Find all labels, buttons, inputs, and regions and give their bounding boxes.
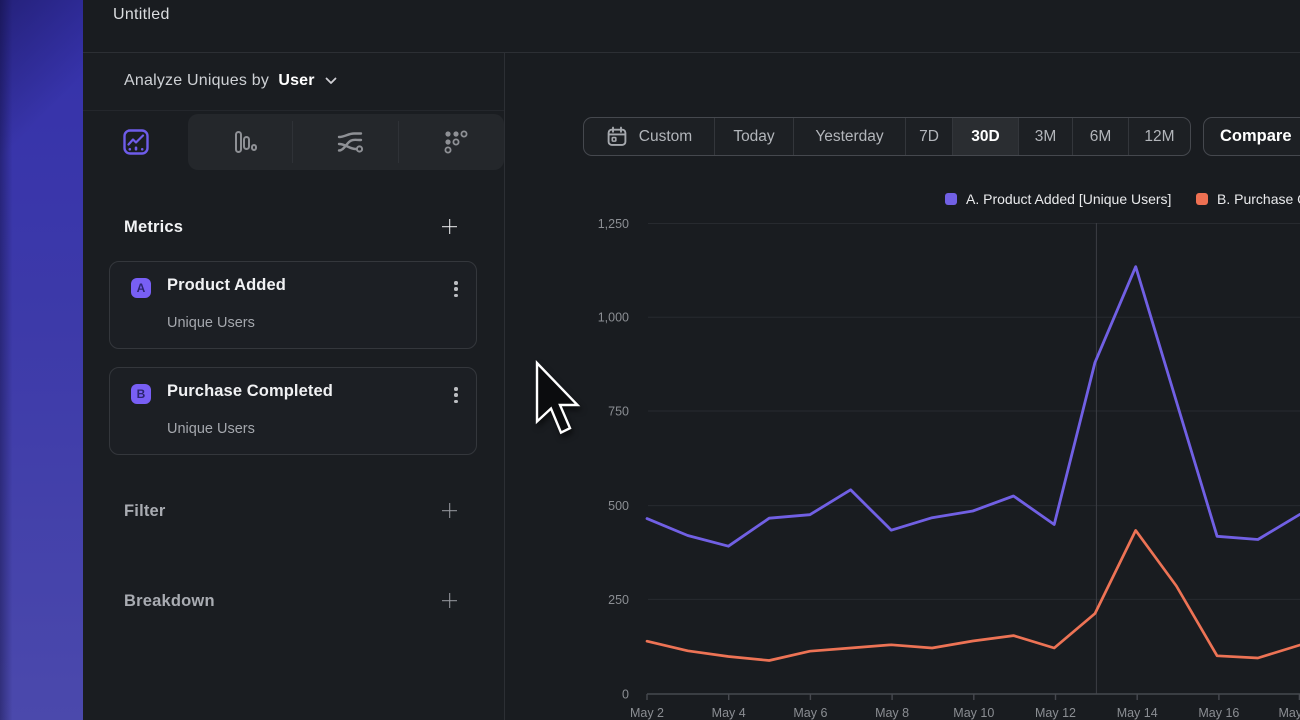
svg-text:May 4: May 4 — [712, 706, 746, 720]
svg-text:May 2: May 2 — [630, 706, 664, 720]
svg-text:May 16: May 16 — [1198, 706, 1239, 720]
svg-text:May 10: May 10 — [953, 706, 994, 720]
svg-text:May 8: May 8 — [875, 706, 909, 720]
svg-text:0: 0 — [622, 688, 629, 702]
svg-text:May 6: May 6 — [793, 706, 827, 720]
svg-text:May 18: May 18 — [1279, 706, 1300, 720]
svg-text:May 12: May 12 — [1035, 706, 1076, 720]
svg-text:1,250: 1,250 — [598, 217, 629, 231]
svg-text:1,000: 1,000 — [598, 311, 629, 325]
svg-text:750: 750 — [608, 405, 629, 419]
svg-text:500: 500 — [608, 499, 629, 513]
svg-text:May 14: May 14 — [1117, 706, 1158, 720]
svg-text:250: 250 — [608, 593, 629, 607]
